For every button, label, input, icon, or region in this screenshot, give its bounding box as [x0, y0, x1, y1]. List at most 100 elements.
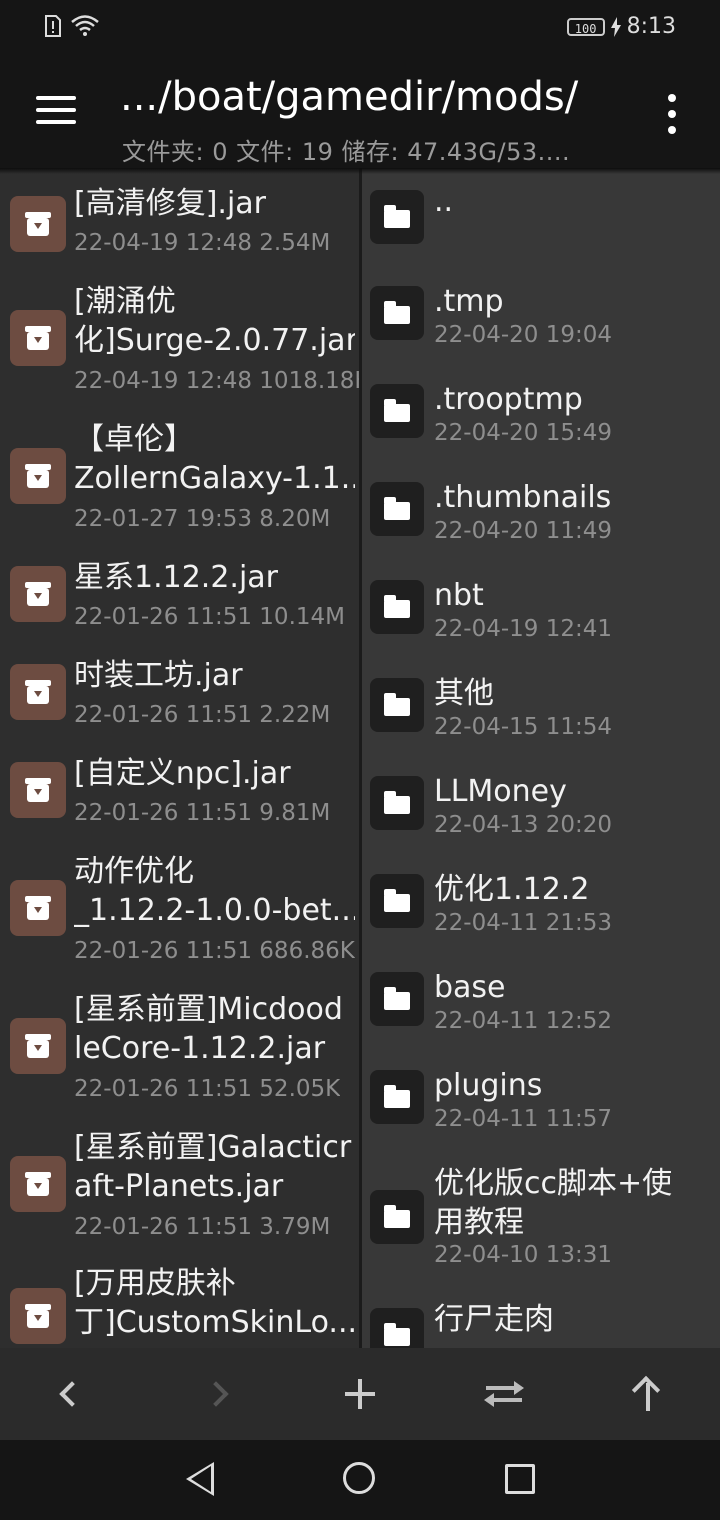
file-row[interactable]: [星系前置]Micdood leCore-1.12.2.jar 22-01-26 …: [0, 974, 359, 1112]
menu-icon[interactable]: [36, 96, 76, 128]
nav-recents-icon[interactable]: [505, 1464, 535, 1494]
file-row[interactable]: 【卓伦】 ZollernGalaxy-1.1... 22-01-27 19:53 …: [0, 404, 359, 542]
archive-file-icon: [10, 1156, 66, 1212]
folder-row[interactable]: 优化版cc脚本+使 用教程 22-04-10 13:31: [362, 1148, 720, 1286]
item-meta: 22-04-19 12:48 1018.18K: [74, 368, 359, 394]
nav-home-icon[interactable]: [343, 1462, 375, 1494]
file-row[interactable]: [自定义npc].jar 22-01-26 11:51 9.81M: [0, 738, 359, 836]
item-name: 星系1.12.2.jar: [74, 560, 279, 595]
folder-icon: [370, 874, 424, 928]
item-name: [星系前置]Galacticr aft-Planets.jar: [74, 1130, 352, 1204]
back-button[interactable]: [46, 1368, 98, 1420]
item-meta: 22-04-19 12:41: [434, 616, 612, 642]
folder-row[interactable]: base 22-04-11 12:52: [362, 952, 720, 1050]
archive-file-icon: [10, 196, 66, 252]
archive-file-icon: [10, 880, 66, 936]
item-meta: 22-01-26 11:51 10.14M: [74, 604, 345, 630]
folder-row[interactable]: .thumbnails 22-04-20 11:49: [362, 462, 720, 560]
item-name: .thumbnails: [434, 480, 612, 515]
item-meta: 22-04-13 20:20: [434, 812, 612, 838]
file-row[interactable]: 动作优化 _1.12.2-1.0.0-bet... 22-01-26 11:51 …: [0, 836, 359, 974]
charging-icon: [610, 16, 621, 37]
item-name: 动作优化 _1.12.2-1.0.0-bet...: [74, 854, 355, 928]
left-file-pane[interactable]: [高清修复].jar 22-04-19 12:48 2.54M [潮涌优 化]Sur…: [0, 168, 359, 1348]
item-name: 时装工坊.jar: [74, 658, 243, 693]
swap-panes-button[interactable]: [478, 1368, 530, 1420]
storage-summary: 文件夹: 0 文件: 19 储存: 47.43G/53....: [122, 138, 571, 166]
archive-file-icon: [10, 310, 66, 366]
clock: 8:13: [626, 14, 676, 39]
wifi-icon: [71, 15, 99, 36]
archive-file-icon: [10, 762, 66, 818]
archive-file-icon: [10, 1288, 66, 1344]
more-options-icon[interactable]: [660, 94, 684, 134]
file-row[interactable]: 时装工坊.jar 22-01-26 11:51 2.22M: [0, 640, 359, 738]
item-meta: 22-04-20 19:04: [434, 322, 612, 348]
folder-row[interactable]: .trooptmp 22-04-20 15:49: [362, 364, 720, 462]
item-name: .trooptmp: [434, 382, 583, 417]
appbar-shadow: [0, 168, 720, 174]
right-file-pane[interactable]: .. .tmp 22-04-20 19:04 .trooptmp 22-04-20 15…: [362, 168, 720, 1348]
folder-icon: [370, 482, 424, 536]
item-name: plugins: [434, 1068, 543, 1103]
item-meta: 22-04-11 12:52: [434, 1008, 612, 1034]
item-meta: 22-01-26 11:51 9.81M: [74, 800, 331, 826]
folder-icon: [370, 678, 424, 732]
folder-row[interactable]: 行尸走肉: [362, 1286, 720, 1348]
folder-row[interactable]: .tmp 22-04-20 19:04: [362, 266, 720, 364]
item-name: 行尸走肉: [434, 1302, 554, 1337]
item-name: 其他: [434, 676, 494, 711]
item-name: 优化1.12.2: [434, 872, 590, 907]
item-meta: 22-04-20 11:49: [434, 518, 612, 544]
item-name: 【卓伦】 ZollernGalaxy-1.1...: [74, 422, 355, 496]
folder-row[interactable]: 优化1.12.2 22-04-11 21:53: [362, 854, 720, 952]
status-icons-right: 100 8:13: [566, 14, 676, 39]
chevron-right-icon: [203, 1381, 229, 1407]
item-name: [万用皮肤补 丁]CustomSkinLo...: [74, 1266, 355, 1340]
item-name: nbt: [434, 578, 484, 613]
folder-icon: [370, 190, 424, 244]
item-name: [潮涌优 化]Surge-2.0.77.jar: [74, 284, 355, 358]
folder-icon: [370, 286, 424, 340]
file-row[interactable]: [星系前置]Galacticr aft-Planets.jar 22-01-26 …: [0, 1112, 359, 1250]
battery-icon: 100: [566, 17, 605, 36]
arrow-up-icon: [631, 1375, 665, 1411]
bottom-toolbar: [0, 1348, 720, 1440]
item-name: 优化版cc脚本+使 用教程: [434, 1166, 673, 1240]
item-meta: 22-01-26 11:51 3.79M: [74, 1214, 331, 1240]
app-bar: .../boat/gamedir/mods/ 文件夹: 0 文件: 19 储存:…: [0, 58, 720, 168]
item-meta: 22-04-15 11:54: [434, 714, 612, 740]
item-name: [星系前置]Micdood leCore-1.12.2.jar: [74, 992, 343, 1066]
item-name: ..: [434, 184, 454, 219]
folder-row[interactable]: LLMoney 22-04-13 20:20: [362, 756, 720, 854]
archive-file-icon: [10, 1018, 66, 1074]
item-name: [高清修复].jar: [74, 186, 266, 221]
nav-back-icon-inner: [191, 1466, 211, 1492]
folder-row[interactable]: plugins 22-04-11 11:57: [362, 1050, 720, 1148]
item-meta: 22-04-20 15:49: [434, 420, 612, 446]
item-meta: 22-01-27 19:53 8.20M: [74, 506, 331, 532]
file-row[interactable]: 星系1.12.2.jar 22-01-26 11:51 10.14M: [0, 542, 359, 640]
system-nav-bar: [0, 1440, 720, 1520]
file-row[interactable]: [潮涌优 化]Surge-2.0.77.jar 22-04-19 12:48 10…: [0, 266, 359, 404]
folder-row[interactable]: 其他 22-04-15 11:54: [362, 658, 720, 756]
item-meta: 22-04-11 21:53: [434, 910, 612, 936]
folder-icon: [370, 1190, 424, 1244]
folder-icon: [370, 776, 424, 830]
file-row[interactable]: [高清修复].jar 22-04-19 12:48 2.54M: [0, 168, 359, 266]
current-path: .../boat/gamedir/mods/: [120, 74, 579, 120]
folder-row[interactable]: ..: [362, 168, 720, 266]
swap-icon: [484, 1380, 524, 1408]
folder-row[interactable]: nbt 22-04-19 12:41: [362, 560, 720, 658]
item-meta: 22-01-26 11:51 52.05K: [74, 1076, 341, 1102]
folder-icon: [370, 580, 424, 634]
file-row[interactable]: [万用皮肤补 丁]CustomSkinLo...: [0, 1250, 359, 1348]
item-meta: 22-04-10 13:31: [434, 1242, 612, 1268]
parent-directory-button[interactable]: [622, 1368, 674, 1420]
item-name: LLMoney: [434, 774, 567, 809]
item-meta: 22-01-26 11:51 2.22M: [74, 702, 331, 728]
archive-file-icon: [10, 566, 66, 622]
forward-button[interactable]: [190, 1368, 242, 1420]
add-button[interactable]: [334, 1368, 386, 1420]
folder-icon: [370, 384, 424, 438]
